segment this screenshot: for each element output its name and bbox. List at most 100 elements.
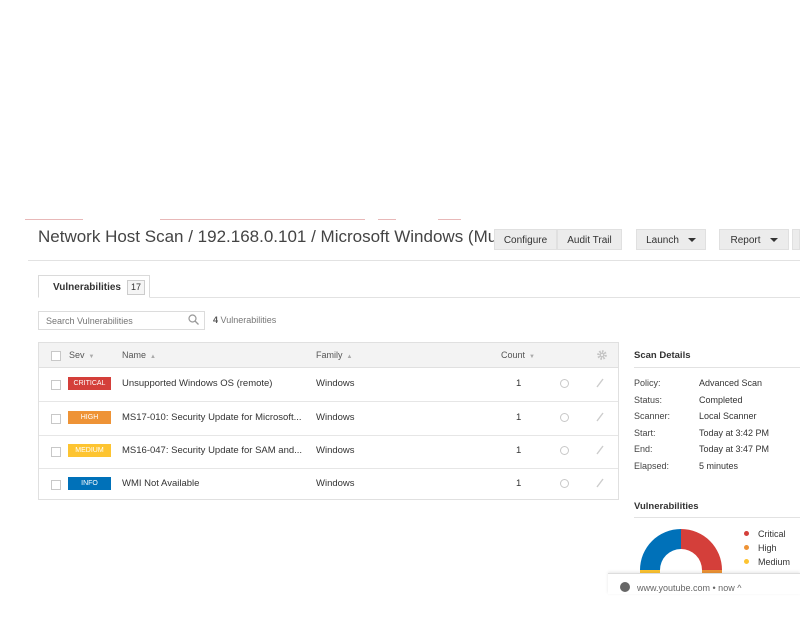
audit-trail-label: Audit Trail — [567, 235, 612, 246]
sort-icon: ▼ — [529, 354, 535, 360]
sort-icon: ▲ — [346, 354, 353, 360]
legend-high: High — [758, 543, 777, 553]
gear-icon[interactable] — [596, 349, 608, 361]
tab-vulnerabilities-label: Vulnerabilities — [53, 282, 121, 293]
vulnerabilities-table: Sev ▼ Name ▲ Family ▲ Count ▼ CRITICAL Unsup… — [38, 342, 619, 500]
vuln-count: 1 — [516, 378, 522, 389]
top-divider — [378, 219, 396, 220]
column-name[interactable]: Name ▲ — [122, 350, 156, 360]
severity-badge: MEDIUM — [68, 444, 111, 457]
vuln-name[interactable]: MS17-010: Security Update for Microsoft.… — [122, 412, 302, 423]
header-divider — [28, 260, 800, 261]
configure-button[interactable]: Configure — [494, 229, 557, 250]
vuln-chart-title: Vulnerabilities — [634, 501, 699, 512]
column-name-label: Name — [122, 350, 147, 360]
top-divider — [25, 219, 83, 220]
table-row[interactable]: CRITICAL Unsupported Windows OS (remote)… — [39, 368, 618, 402]
pencil-icon[interactable] — [595, 477, 605, 489]
report-label: Report — [730, 235, 761, 246]
launch-button[interactable]: Launch — [636, 229, 706, 250]
table-row[interactable]: INFO WMI Not Available Windows 1 — [39, 468, 618, 501]
sort-icon: ▼ — [88, 354, 95, 360]
notification-text: www.youtube.com • now ^ — [637, 583, 742, 593]
legend-medium: Medium — [758, 557, 791, 567]
detail-value: Today at 3:47 PM — [699, 444, 770, 454]
table-header: Sev ▼ Name ▲ Family ▲ Count ▼ — [39, 343, 618, 368]
scan-details-title: Scan Details — [634, 350, 691, 361]
vuln-chart-divider — [634, 517, 800, 518]
configure-label: Configure — [503, 235, 548, 246]
severity-badge: HIGH — [68, 411, 111, 424]
tab-divider — [150, 297, 800, 298]
select-all-checkbox[interactable] — [51, 351, 61, 361]
pencil-icon[interactable] — [595, 444, 605, 456]
detail-value: Advanced Scan — [699, 378, 763, 388]
check-circle-icon[interactable] — [560, 479, 569, 488]
check-circle-icon[interactable] — [560, 446, 569, 455]
donut-critical-segment — [681, 529, 722, 570]
caret-down-icon — [769, 238, 778, 243]
detail-key: Scanner: — [634, 411, 671, 421]
vuln-count: 1 — [516, 478, 522, 489]
search-icon[interactable] — [188, 314, 199, 325]
top-divider — [438, 219, 461, 220]
pencil-icon[interactable] — [595, 411, 605, 423]
detail-key: Policy: — [634, 378, 661, 388]
vuln-family: Windows — [316, 478, 355, 489]
row-checkbox[interactable] — [51, 380, 61, 390]
table-row[interactable]: HIGH MS17-010: Security Update for Micro… — [39, 402, 618, 436]
detail-key: Status: — [634, 395, 663, 405]
severity-badge: CRITICAL — [68, 377, 111, 390]
legend-critical-dot — [744, 531, 749, 536]
detail-value: Completed — [699, 395, 743, 405]
caret-down-icon — [687, 238, 696, 243]
donut-info-segment — [640, 529, 681, 570]
table-row[interactable]: MEDIUM MS16-047: Security Update for SAM… — [39, 435, 618, 469]
scan-details-divider — [634, 367, 800, 368]
check-circle-icon[interactable] — [560, 413, 569, 422]
row-checkbox[interactable] — [51, 480, 61, 490]
vuln-family: Windows — [316, 412, 355, 423]
column-count[interactable]: Count ▼ — [501, 350, 535, 360]
tab-vulnerabilities[interactable]: Vulnerabilities 17 — [38, 275, 150, 298]
vuln-name[interactable]: MS16-047: Security Update for SAM and... — [122, 445, 302, 456]
vuln-name[interactable]: WMI Not Available — [122, 478, 199, 489]
legend-medium-dot — [744, 559, 749, 564]
row-checkbox[interactable] — [51, 414, 61, 424]
vuln-family: Windows — [316, 445, 355, 456]
detail-key: Elapsed: — [634, 461, 670, 471]
vuln-name[interactable]: Unsupported Windows OS (remote) — [122, 378, 272, 389]
check-circle-icon[interactable] — [560, 379, 569, 388]
detail-key: Start: — [634, 428, 656, 438]
notification-toast[interactable]: www.youtube.com • now ^ — [608, 573, 800, 594]
column-family[interactable]: Family ▲ — [316, 350, 352, 360]
column-family-label: Family — [316, 350, 343, 360]
notification-icon — [620, 582, 630, 592]
vuln-count: 1 — [516, 412, 522, 423]
row-checkbox[interactable] — [51, 447, 61, 457]
sort-icon: ▲ — [150, 354, 156, 360]
legend-high-dot — [744, 545, 749, 550]
detail-value: Local Scanner — [699, 411, 757, 421]
column-count-label: Count — [501, 350, 526, 360]
page-title: Network Host Scan / 192.168.0.101 / Micr… — [38, 227, 512, 246]
vuln-family: Windows — [316, 378, 355, 389]
legend-critical: Critical — [758, 529, 786, 539]
vulnerability-donut-chart — [640, 529, 722, 575]
report-button[interactable]: Report — [719, 229, 789, 250]
column-sev[interactable]: Sev ▼ — [69, 350, 94, 360]
tab-count-badge: 17 — [126, 280, 145, 295]
result-count-label: Vulnerabilities — [220, 315, 277, 325]
detail-key: End: — [634, 444, 653, 454]
top-divider — [160, 219, 365, 220]
detail-value: 5 minutes — [699, 461, 739, 471]
audit-trail-button[interactable]: Audit Trail — [557, 229, 622, 250]
launch-label: Launch — [646, 235, 679, 246]
result-count: 4 Vulnerabilities — [213, 315, 276, 325]
vuln-count: 1 — [516, 445, 522, 456]
more-button[interactable] — [792, 229, 800, 250]
search-input[interactable] — [38, 311, 205, 330]
pencil-icon[interactable] — [595, 377, 605, 389]
column-sev-label: Sev — [69, 350, 85, 360]
result-count-number: 4 — [213, 315, 219, 325]
